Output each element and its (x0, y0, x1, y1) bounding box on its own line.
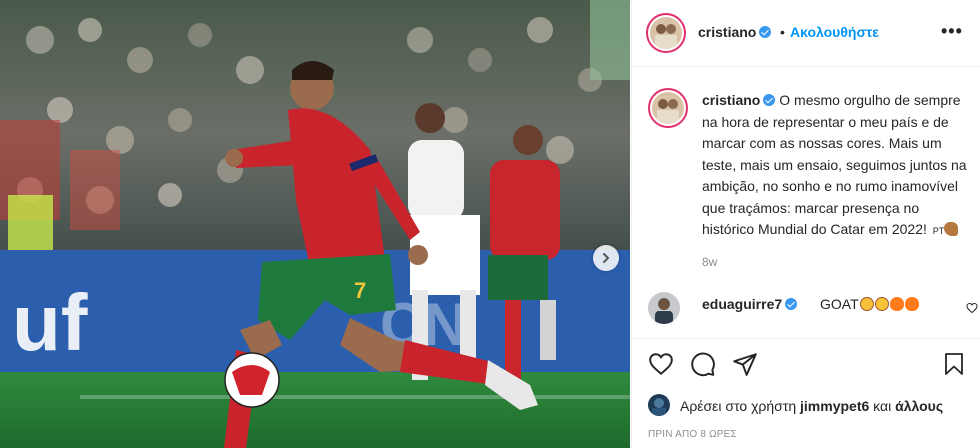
liked-by-text: Αρέσει στο χρήστη jimmypet6 και άλλους (680, 398, 943, 414)
post-actions (632, 338, 980, 389)
bookmark-icon[interactable] (942, 351, 966, 377)
commenter-username-text[interactable]: eduaguirre7 (702, 296, 782, 312)
commenter-username[interactable]: eduaguirre7 (702, 296, 798, 312)
next-image-button[interactable] (593, 245, 619, 271)
pt-tag: PT (932, 226, 945, 236)
author-username-text[interactable]: cristiano (698, 24, 756, 40)
mind-blown-emoji-icon (859, 297, 874, 311)
mind-blown-emoji-icon (874, 297, 889, 311)
fire-emoji-icon (904, 297, 919, 311)
post-photo[interactable]: uf CN (0, 0, 630, 448)
more-options-button[interactable]: ••• (941, 21, 963, 42)
liked-by: Αρέσει στο χρήστη jimmypet6 και άλλους (648, 394, 968, 418)
caption-username[interactable]: cristiano (702, 92, 760, 108)
avatar-image (652, 92, 684, 124)
caption-author-avatar[interactable] (648, 88, 688, 128)
svg-text:7: 7 (354, 278, 366, 303)
share-icon[interactable] (732, 351, 758, 377)
chevron-right-icon (603, 253, 609, 263)
caption-body: O mesmo orgulho de sempre na hora de rep… (702, 92, 967, 237)
follow-button[interactable]: Ακολουθήστε (790, 24, 879, 40)
author-avatar[interactable] (646, 13, 686, 53)
verified-badge-icon (759, 26, 772, 38)
liked-by-prefix: Αρέσει στο χρήστη (680, 398, 797, 414)
caption-time-ago[interactable]: 8w (702, 255, 717, 269)
fire-emoji-icon (889, 297, 904, 311)
liker-username[interactable]: jimmypet6 (800, 398, 869, 414)
post-side-panel: cristiano • Ακολουθήστε ••• cristiano O … (631, 0, 980, 448)
liked-by-conj: και (873, 398, 892, 414)
football-photo: uf CN (0, 0, 630, 448)
comment-like-heart-icon[interactable] (966, 302, 978, 314)
truncated-next-comment (702, 327, 902, 333)
verified-badge-icon (785, 298, 798, 310)
comment-item: eduaguirre7 GOAT (648, 292, 978, 332)
svg-text:uf: uf (12, 278, 88, 367)
author-username[interactable]: cristiano (698, 24, 772, 40)
posted-timestamp[interactable]: ΠΡΙΝ ΑΠΟ 8 ΩΡΕΣ (648, 429, 737, 440)
avatar-image (650, 17, 682, 49)
flexed-biceps-emoji-icon (944, 222, 959, 236)
commenter-avatar[interactable] (648, 292, 680, 324)
liked-by-others-link[interactable]: άλλους (895, 398, 943, 414)
caption-text-block: cristiano O mesmo orgulho de sempre na h… (702, 90, 970, 243)
comment-body: GOAT (820, 296, 859, 312)
liker-avatar[interactable] (648, 394, 670, 416)
heart-icon[interactable] (648, 351, 674, 377)
separator-dot: • (780, 24, 785, 40)
verified-badge-icon (763, 94, 776, 106)
comment-icon[interactable] (690, 351, 716, 377)
post-header: cristiano • Ακολουθήστε ••• (632, 0, 980, 67)
comment-text: GOAT (820, 296, 919, 312)
